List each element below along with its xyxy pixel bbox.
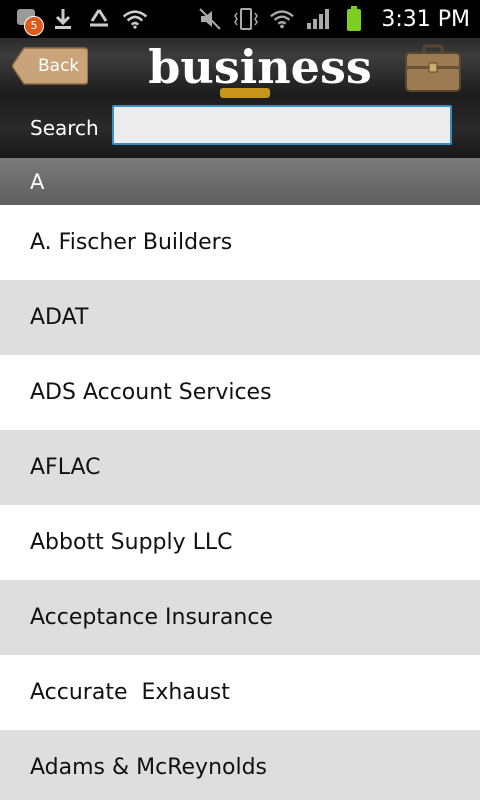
list-item[interactable]: ADS Account Services bbox=[0, 355, 480, 430]
notification-icon: 5 bbox=[14, 6, 44, 36]
list-item[interactable]: Adams & McReynolds bbox=[0, 730, 480, 800]
recycle-icon bbox=[86, 6, 112, 32]
search-label: Search bbox=[30, 116, 99, 140]
list-item[interactable]: AFLAC bbox=[0, 430, 480, 505]
clock: 3:31 PM bbox=[381, 6, 470, 32]
wifi-icon bbox=[122, 6, 148, 32]
list-item[interactable]: Abbott Supply LLC bbox=[0, 505, 480, 580]
back-button-label: Back bbox=[38, 56, 80, 76]
notification-count-badge: 5 bbox=[24, 16, 44, 36]
search-bar: Search bbox=[0, 98, 480, 158]
business-list: A. Fischer Builders ADAT ADS Account Ser… bbox=[0, 205, 480, 800]
section-header: A bbox=[0, 158, 480, 205]
list-item[interactable]: Acceptance Insurance bbox=[0, 580, 480, 655]
app-title: business bbox=[148, 40, 372, 94]
wifi-signal-icon bbox=[269, 6, 295, 32]
list-item[interactable]: Accurate Exhaust bbox=[0, 655, 480, 730]
search-input[interactable] bbox=[112, 105, 452, 145]
briefcase-icon[interactable] bbox=[402, 42, 464, 94]
mute-icon bbox=[197, 6, 223, 32]
list-item[interactable]: ADAT bbox=[0, 280, 480, 355]
vibrate-icon bbox=[233, 6, 259, 32]
section-letter: A bbox=[30, 170, 45, 194]
download-icon bbox=[50, 6, 76, 32]
app-header: Back business bbox=[0, 38, 480, 98]
back-button[interactable]: Back bbox=[12, 46, 88, 86]
cell-signal-icon bbox=[305, 6, 331, 32]
status-bar: 5 3:31 PM bbox=[0, 0, 480, 38]
battery-icon bbox=[341, 6, 367, 32]
list-item[interactable]: A. Fischer Builders bbox=[0, 205, 480, 280]
